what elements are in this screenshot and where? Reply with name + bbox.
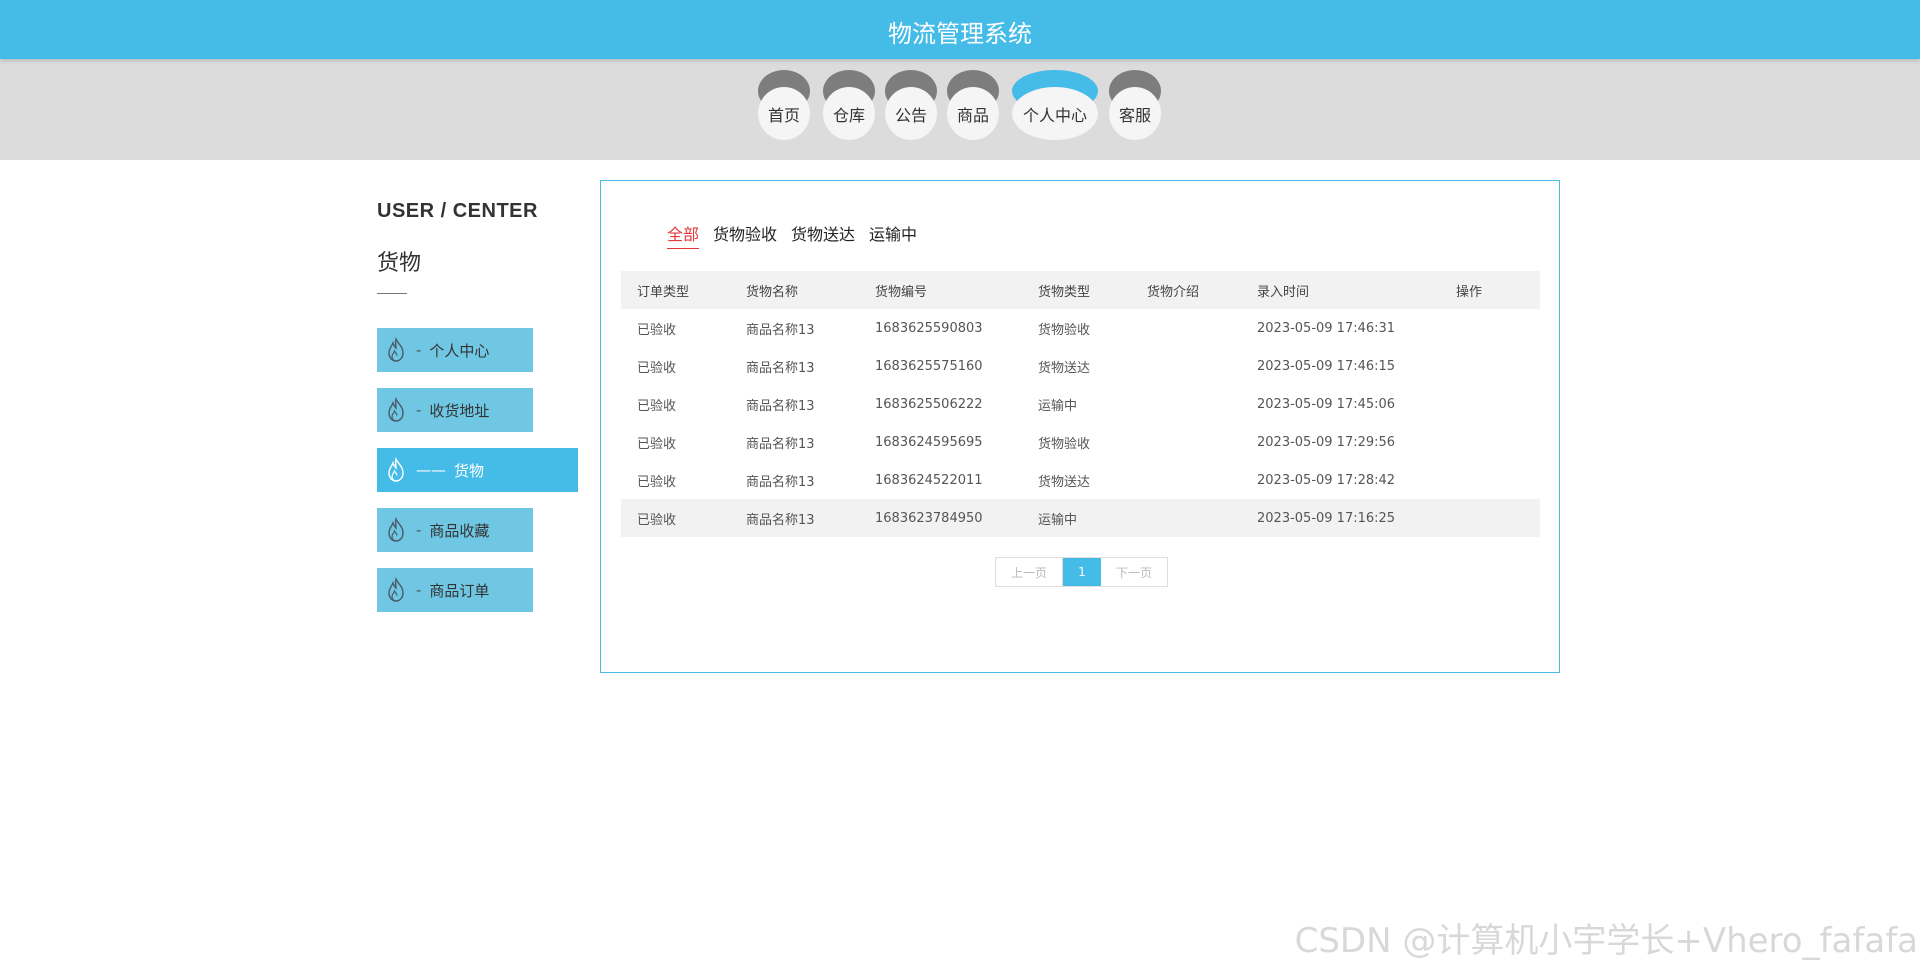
prev-page-button[interactable]: 上一页 — [996, 558, 1063, 586]
nav-warehouse-label: 仓库 — [823, 87, 875, 140]
sidebar-item-label: 个人中心 — [429, 341, 490, 360]
column-header: 货物名称 — [730, 271, 859, 309]
table-row[interactable]: 已验收 商品名称13 1683625506222 运输中 2023-05-09 17… — [621, 385, 1540, 423]
nav-customer-service[interactable]: 客服 — [1109, 70, 1161, 140]
table-row[interactable]: 已验收 商品名称13 1683624522011 货物送达 2023-05-09 1… — [621, 461, 1540, 499]
column-header: 货物介绍 — [1131, 271, 1241, 309]
table-header-row: 订单类型 货物名称 货物编号 货物类型 货物介绍 录入时间 操作 — [621, 271, 1540, 309]
nav-personal-center[interactable]: 个人中心 — [1012, 70, 1098, 140]
sidebar: USER / CENTER 货物 — [377, 200, 607, 294]
site-title: 物流管理系统 — [888, 20, 1032, 48]
nav-home[interactable]: 首页 — [758, 70, 810, 140]
flame-icon — [384, 517, 408, 543]
tab-inspected[interactable]: 货物验收 — [713, 221, 777, 249]
nav-announcement[interactable]: 公告 — [885, 70, 937, 140]
nav-personal-center-label: 个人中心 — [1012, 87, 1098, 140]
nav-customer-service-label: 客服 — [1109, 87, 1161, 140]
sidebar-item-favorites[interactable]: - 商品收藏 — [377, 508, 533, 552]
sidebar-subtitle: 货物 — [377, 251, 422, 276]
nav-announcement-label: 公告 — [885, 87, 937, 140]
tab-delivered[interactable]: 货物送达 — [791, 221, 855, 249]
pagination: 上一页 1 下一页 — [995, 557, 1168, 587]
sidebar-item-shipping-address[interactable]: - 收货地址 — [377, 388, 533, 432]
flame-icon — [384, 577, 408, 603]
page-1-button[interactable]: 1 — [1063, 558, 1101, 586]
nav-home-label: 首页 — [758, 87, 810, 140]
tab-in-transit[interactable]: 运输中 — [869, 221, 917, 249]
goods-panel: 全部 货物验收 货物送达 运输中 订单类型 货物名称 货物编号 货物类型 货物介… — [600, 180, 1560, 673]
goods-table: 订单类型 货物名称 货物编号 货物类型 货物介绍 录入时间 操作 已验收 商品名称… — [621, 271, 1540, 537]
sidebar-item-label: 货物 — [454, 461, 485, 480]
table-row[interactable]: 已验收 商品名称13 1683625575160 货物送达 2023-05-09 1… — [621, 347, 1540, 385]
column-header: 录入时间 — [1241, 271, 1440, 309]
main-nav: 首页 仓库 公告 商品 个人中心 客服 — [0, 59, 1920, 160]
sidebar-item-label: 商品订单 — [429, 581, 490, 600]
divider — [377, 293, 407, 294]
table-row[interactable]: 已验收 商品名称13 1683623784950 运输中 2023-05-09 17… — [621, 499, 1540, 537]
flame-icon — [384, 337, 408, 363]
table-row[interactable]: 已验收 商品名称13 1683624595695 货物验收 2023-05-09 1… — [621, 423, 1540, 461]
sidebar-item-orders[interactable]: - 商品订单 — [377, 568, 533, 612]
user-center-title: USER / CENTER — [377, 200, 538, 222]
nav-warehouse[interactable]: 仓库 — [823, 70, 875, 140]
status-tabs: 全部 货物验收 货物送达 运输中 — [667, 221, 917, 249]
top-header-bar: 物流管理系统 — [0, 0, 1920, 59]
sidebar-item-label: 收货地址 — [429, 401, 490, 420]
sidebar-item-label: 商品收藏 — [429, 521, 490, 540]
watermark: CSDN @计算机小宇学长+Vhero_fafafa — [1294, 921, 1918, 961]
sidebar-item-goods[interactable]: —— 货物 — [377, 448, 578, 492]
sidebar-item-personal-center[interactable]: - 个人中心 — [377, 328, 533, 372]
nav-products[interactable]: 商品 — [947, 70, 999, 140]
column-header: 货物类型 — [1022, 271, 1131, 309]
flame-icon — [384, 457, 408, 483]
next-page-button[interactable]: 下一页 — [1101, 558, 1167, 586]
column-header: 订单类型 — [621, 271, 730, 309]
tab-all[interactable]: 全部 — [667, 221, 700, 249]
column-header: 操作 — [1440, 271, 1540, 309]
table-row[interactable]: 已验收 商品名称13 1683625590803 货物验收 2023-05-09 1… — [621, 309, 1540, 347]
column-header: 货物编号 — [859, 271, 1022, 309]
nav-products-label: 商品 — [947, 87, 999, 140]
flame-icon — [384, 397, 408, 423]
